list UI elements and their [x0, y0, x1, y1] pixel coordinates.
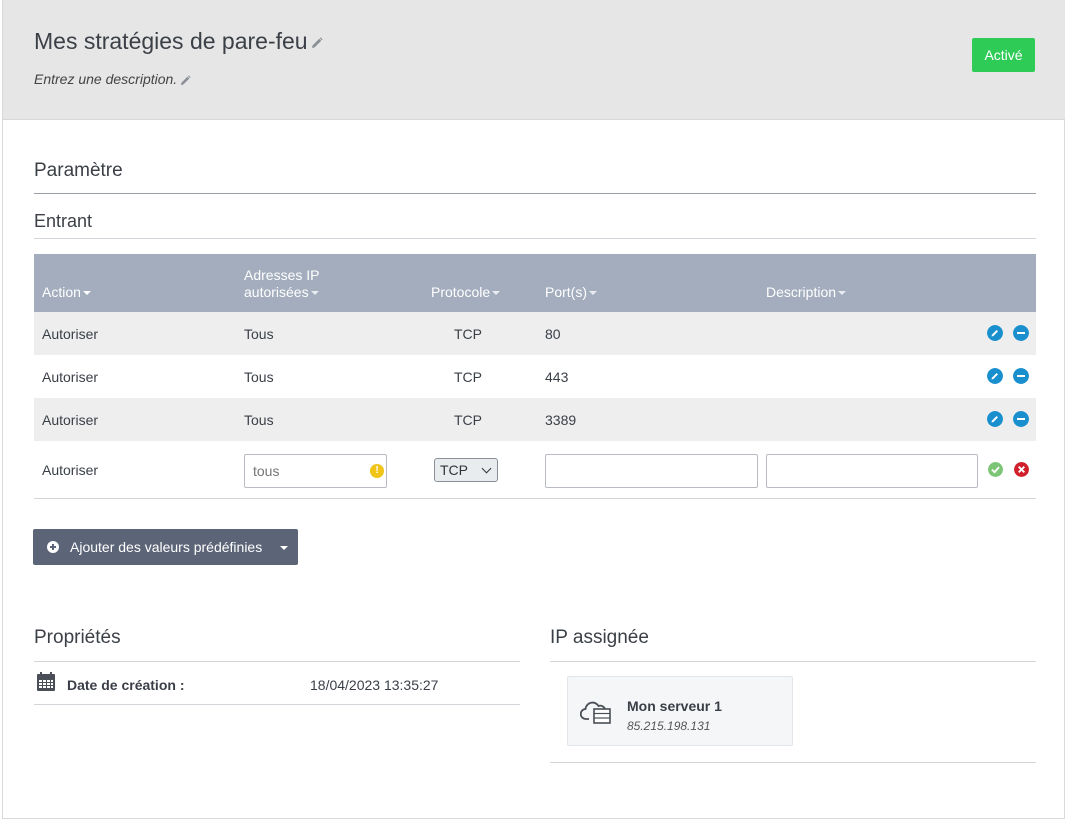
assigned-ip-heading: IP assignée [550, 627, 649, 648]
server-name: Mon serveur 1 [627, 698, 722, 714]
cell-ports: 443 [545, 369, 569, 385]
pencil-icon[interactable] [180, 75, 191, 86]
status-toggle-button[interactable]: Activé [972, 38, 1035, 72]
column-header-action[interactable]: Action [42, 284, 91, 301]
ip-input[interactable] [244, 454, 387, 488]
caret-down-icon [280, 546, 288, 550]
divider [34, 238, 1036, 239]
page-frame: Mes stratégies de pare-feu Entrez une de… [2, 0, 1065, 819]
pencil-icon[interactable] [311, 37, 323, 49]
cell-ip: Tous [244, 326, 274, 342]
cell-protocol: TCP [454, 326, 482, 342]
divider [550, 661, 1036, 662]
cell-ip: Tous [244, 369, 274, 385]
calendar-icon [37, 672, 55, 691]
table-header: Action Adresses IP autorisées Protocole P… [34, 254, 1036, 312]
cancel-icon[interactable] [1014, 462, 1029, 477]
cell-ip: Tous [244, 412, 274, 428]
column-header-protocol[interactable]: Protocole [431, 284, 501, 301]
cell-protocol: TCP [454, 412, 482, 428]
ports-input[interactable] [545, 454, 758, 488]
confirm-icon[interactable] [988, 462, 1003, 477]
chevron-down-icon [481, 463, 492, 474]
warning-icon: ! [370, 464, 384, 478]
remove-icon[interactable] [1013, 411, 1029, 427]
divider [550, 762, 1036, 763]
table-row: Autoriser Tous TCP 80 [34, 312, 1036, 355]
column-label: Protocole [431, 284, 491, 300]
settings-heading: Paramètre [34, 160, 123, 181]
divider [34, 193, 1036, 194]
table-row: Autoriser Tous TCP 443 [34, 355, 1036, 398]
policy-description[interactable]: Entrez une description. [34, 71, 191, 87]
page-title[interactable]: Mes stratégies de pare-feu [34, 28, 323, 55]
column-header-ip[interactable]: Adresses IP autorisées [244, 267, 319, 301]
sort-caret-icon [492, 291, 501, 296]
inbound-heading: Entrant [34, 211, 93, 231]
cell-action: Autoriser [42, 369, 99, 385]
edit-icon[interactable] [987, 411, 1003, 427]
sort-caret-icon [82, 291, 91, 296]
sort-caret-icon [589, 291, 597, 296]
plus-circle-icon [47, 541, 59, 553]
edit-icon[interactable] [987, 368, 1003, 384]
properties-heading: Propriétés [34, 627, 121, 648]
sort-caret-icon [838, 291, 847, 296]
table-row: Autoriser Tous TCP 3389 [34, 398, 1036, 441]
description-text: Entrez une description. [34, 71, 178, 87]
column-header-ports[interactable]: Port(s) [545, 284, 597, 301]
column-header-description[interactable]: Description [766, 284, 847, 301]
protocol-select-value: TCP [440, 462, 468, 478]
description-input[interactable] [766, 454, 978, 488]
column-label: Description [766, 284, 837, 300]
creation-date-value: 18/04/2023 13:35:27 [310, 677, 439, 693]
sort-caret-icon [310, 291, 319, 296]
cell-action: Autoriser [42, 462, 99, 478]
column-label: Port(s) [545, 284, 587, 300]
cloud-server-icon [580, 701, 611, 724]
column-label: Adresses IP [244, 267, 320, 283]
add-predefined-values-button[interactable]: Ajouter des valeurs prédéfinies [33, 529, 298, 565]
creation-date-label: Date de création : [67, 677, 185, 693]
column-label: autorisées [244, 284, 309, 300]
cell-action: Autoriser [42, 326, 99, 342]
divider [34, 661, 520, 662]
server-card[interactable]: Mon serveur 1 85.215.198.131 [567, 676, 793, 746]
policy-header: Mes stratégies de pare-feu Entrez une de… [3, 0, 1065, 120]
remove-icon[interactable] [1013, 368, 1029, 384]
column-label: Action [42, 284, 81, 300]
cell-action: Autoriser [42, 412, 99, 428]
button-label: Ajouter des valeurs prédéfinies [70, 539, 263, 555]
protocol-select[interactable]: TCP [434, 458, 498, 482]
remove-icon[interactable] [1013, 325, 1029, 341]
edit-icon[interactable] [987, 325, 1003, 341]
new-rule-row: Autoriser ! TCP [34, 441, 1036, 499]
divider [34, 704, 520, 705]
firewall-rules-table: Action Adresses IP autorisées Protocole P… [34, 254, 1036, 499]
cell-protocol: TCP [454, 369, 482, 385]
page-title-text: Mes stratégies de pare-feu [34, 28, 308, 54]
server-ip: 85.215.198.131 [627, 719, 711, 733]
cell-ports: 3389 [545, 412, 577, 428]
cell-ports: 80 [545, 326, 561, 342]
